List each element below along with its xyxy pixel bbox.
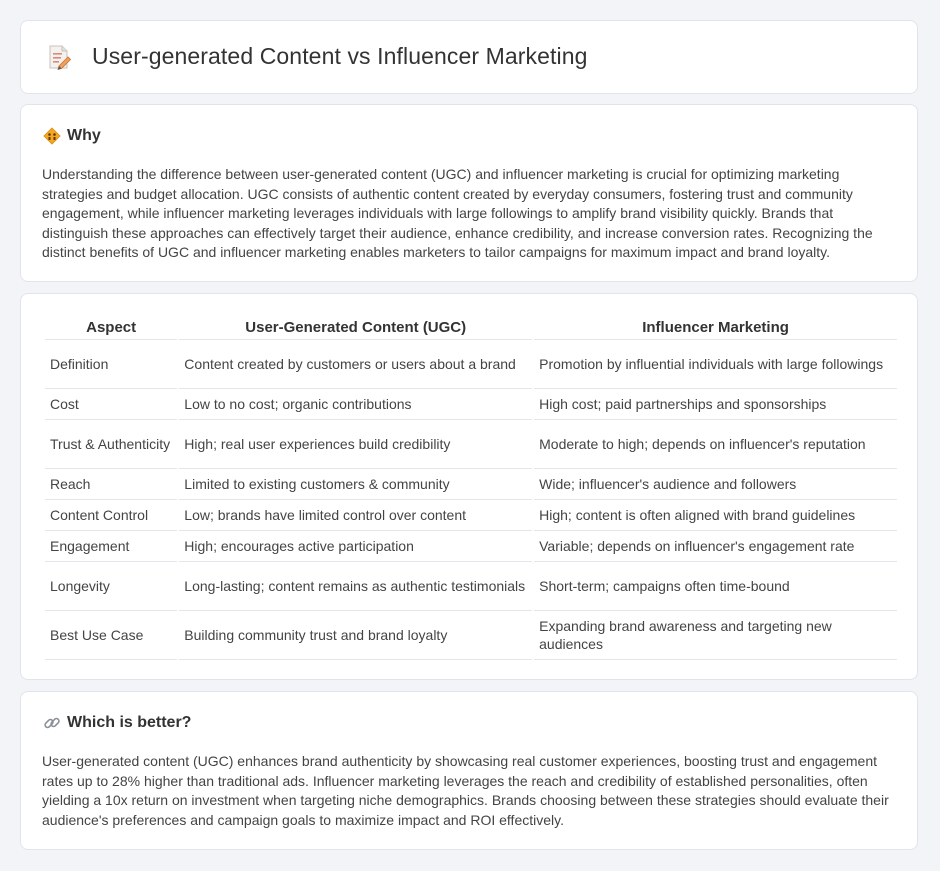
row-aspect: Trust & Authenticity (45, 420, 178, 469)
row-ugc: Low; brands have limited control over co… (179, 500, 533, 531)
row-influencer: Short-term; campaigns often time-bound (534, 562, 897, 611)
row-ugc: High; real user experiences build credib… (179, 420, 533, 469)
table-row: Reach Limited to existing customers & co… (45, 469, 897, 500)
row-ugc: Long-lasting; content remains as authent… (179, 562, 533, 611)
row-aspect: Best Use Case (45, 611, 178, 660)
bright-sign-icon (43, 127, 61, 145)
table-row: Longevity Long-lasting; content remains … (45, 562, 897, 611)
table-row: Definition Content created by customers … (45, 340, 897, 389)
row-influencer: Expanding brand awareness and targeting … (534, 611, 897, 660)
row-aspect: Definition (45, 340, 178, 389)
table-header-row: Aspect User-Generated Content (UGC) Infl… (45, 315, 897, 340)
table-row: Engagement High; encourages active parti… (45, 531, 897, 562)
document-pencil-icon (47, 44, 72, 70)
row-influencer: Variable; depends on influencer's engage… (534, 531, 897, 562)
why-header: Why (43, 127, 101, 145)
why-section: Why Understanding the difference between… (20, 104, 918, 282)
comparison-section: Aspect User-Generated Content (UGC) Infl… (20, 293, 918, 680)
better-header: Which is better? (43, 714, 191, 732)
link-icon (43, 714, 61, 732)
why-paragraph: Understanding the difference between use… (42, 166, 873, 260)
row-influencer: High cost; paid partnerships and sponsor… (534, 389, 897, 420)
row-influencer: Moderate to high; depends on influencer'… (534, 420, 897, 469)
better-heading: Which is better? (67, 714, 192, 731)
table-row: Content Control Low; brands have limited… (45, 500, 897, 531)
table-row: Cost Low to no cost; organic contributio… (45, 389, 897, 420)
header-influencer: Influencer Marketing (534, 315, 897, 340)
better-paragraph: User-generated content (UGC) enhances br… (42, 753, 889, 828)
row-aspect: Engagement (45, 531, 178, 562)
row-influencer: Promotion by influential individuals wit… (534, 340, 897, 389)
comparison-table: Aspect User-Generated Content (UGC) Infl… (43, 315, 899, 660)
row-ugc: High; encourages active participation (179, 531, 533, 562)
row-ugc: Building community trust and brand loyal… (179, 611, 533, 660)
table-row: Best Use Case Building community trust a… (45, 611, 897, 660)
row-aspect: Cost (45, 389, 178, 420)
table-row: Trust & Authenticity High; real user exp… (45, 420, 897, 469)
why-heading: Why (67, 127, 101, 144)
row-ugc: Limited to existing customers & communit… (179, 469, 533, 500)
title-card: User-generated Content vs Influencer Mar… (20, 20, 918, 94)
row-ugc: Low to no cost; organic contributions (179, 389, 533, 420)
page-title: User-generated Content vs Influencer Mar… (92, 43, 588, 69)
row-aspect: Content Control (45, 500, 178, 531)
header-aspect: Aspect (45, 315, 178, 340)
row-ugc: Content created by customers or users ab… (179, 340, 533, 389)
header-ugc: User-Generated Content (UGC) (179, 315, 533, 340)
row-influencer: High; content is often aligned with bran… (534, 500, 897, 531)
which-is-better-section: Which is better? User-generated content … (20, 691, 918, 850)
title-row: User-generated Content vs Influencer Mar… (47, 43, 588, 70)
row-aspect: Reach (45, 469, 178, 500)
row-influencer: Wide; influencer's audience and follower… (534, 469, 897, 500)
row-aspect: Longevity (45, 562, 178, 611)
